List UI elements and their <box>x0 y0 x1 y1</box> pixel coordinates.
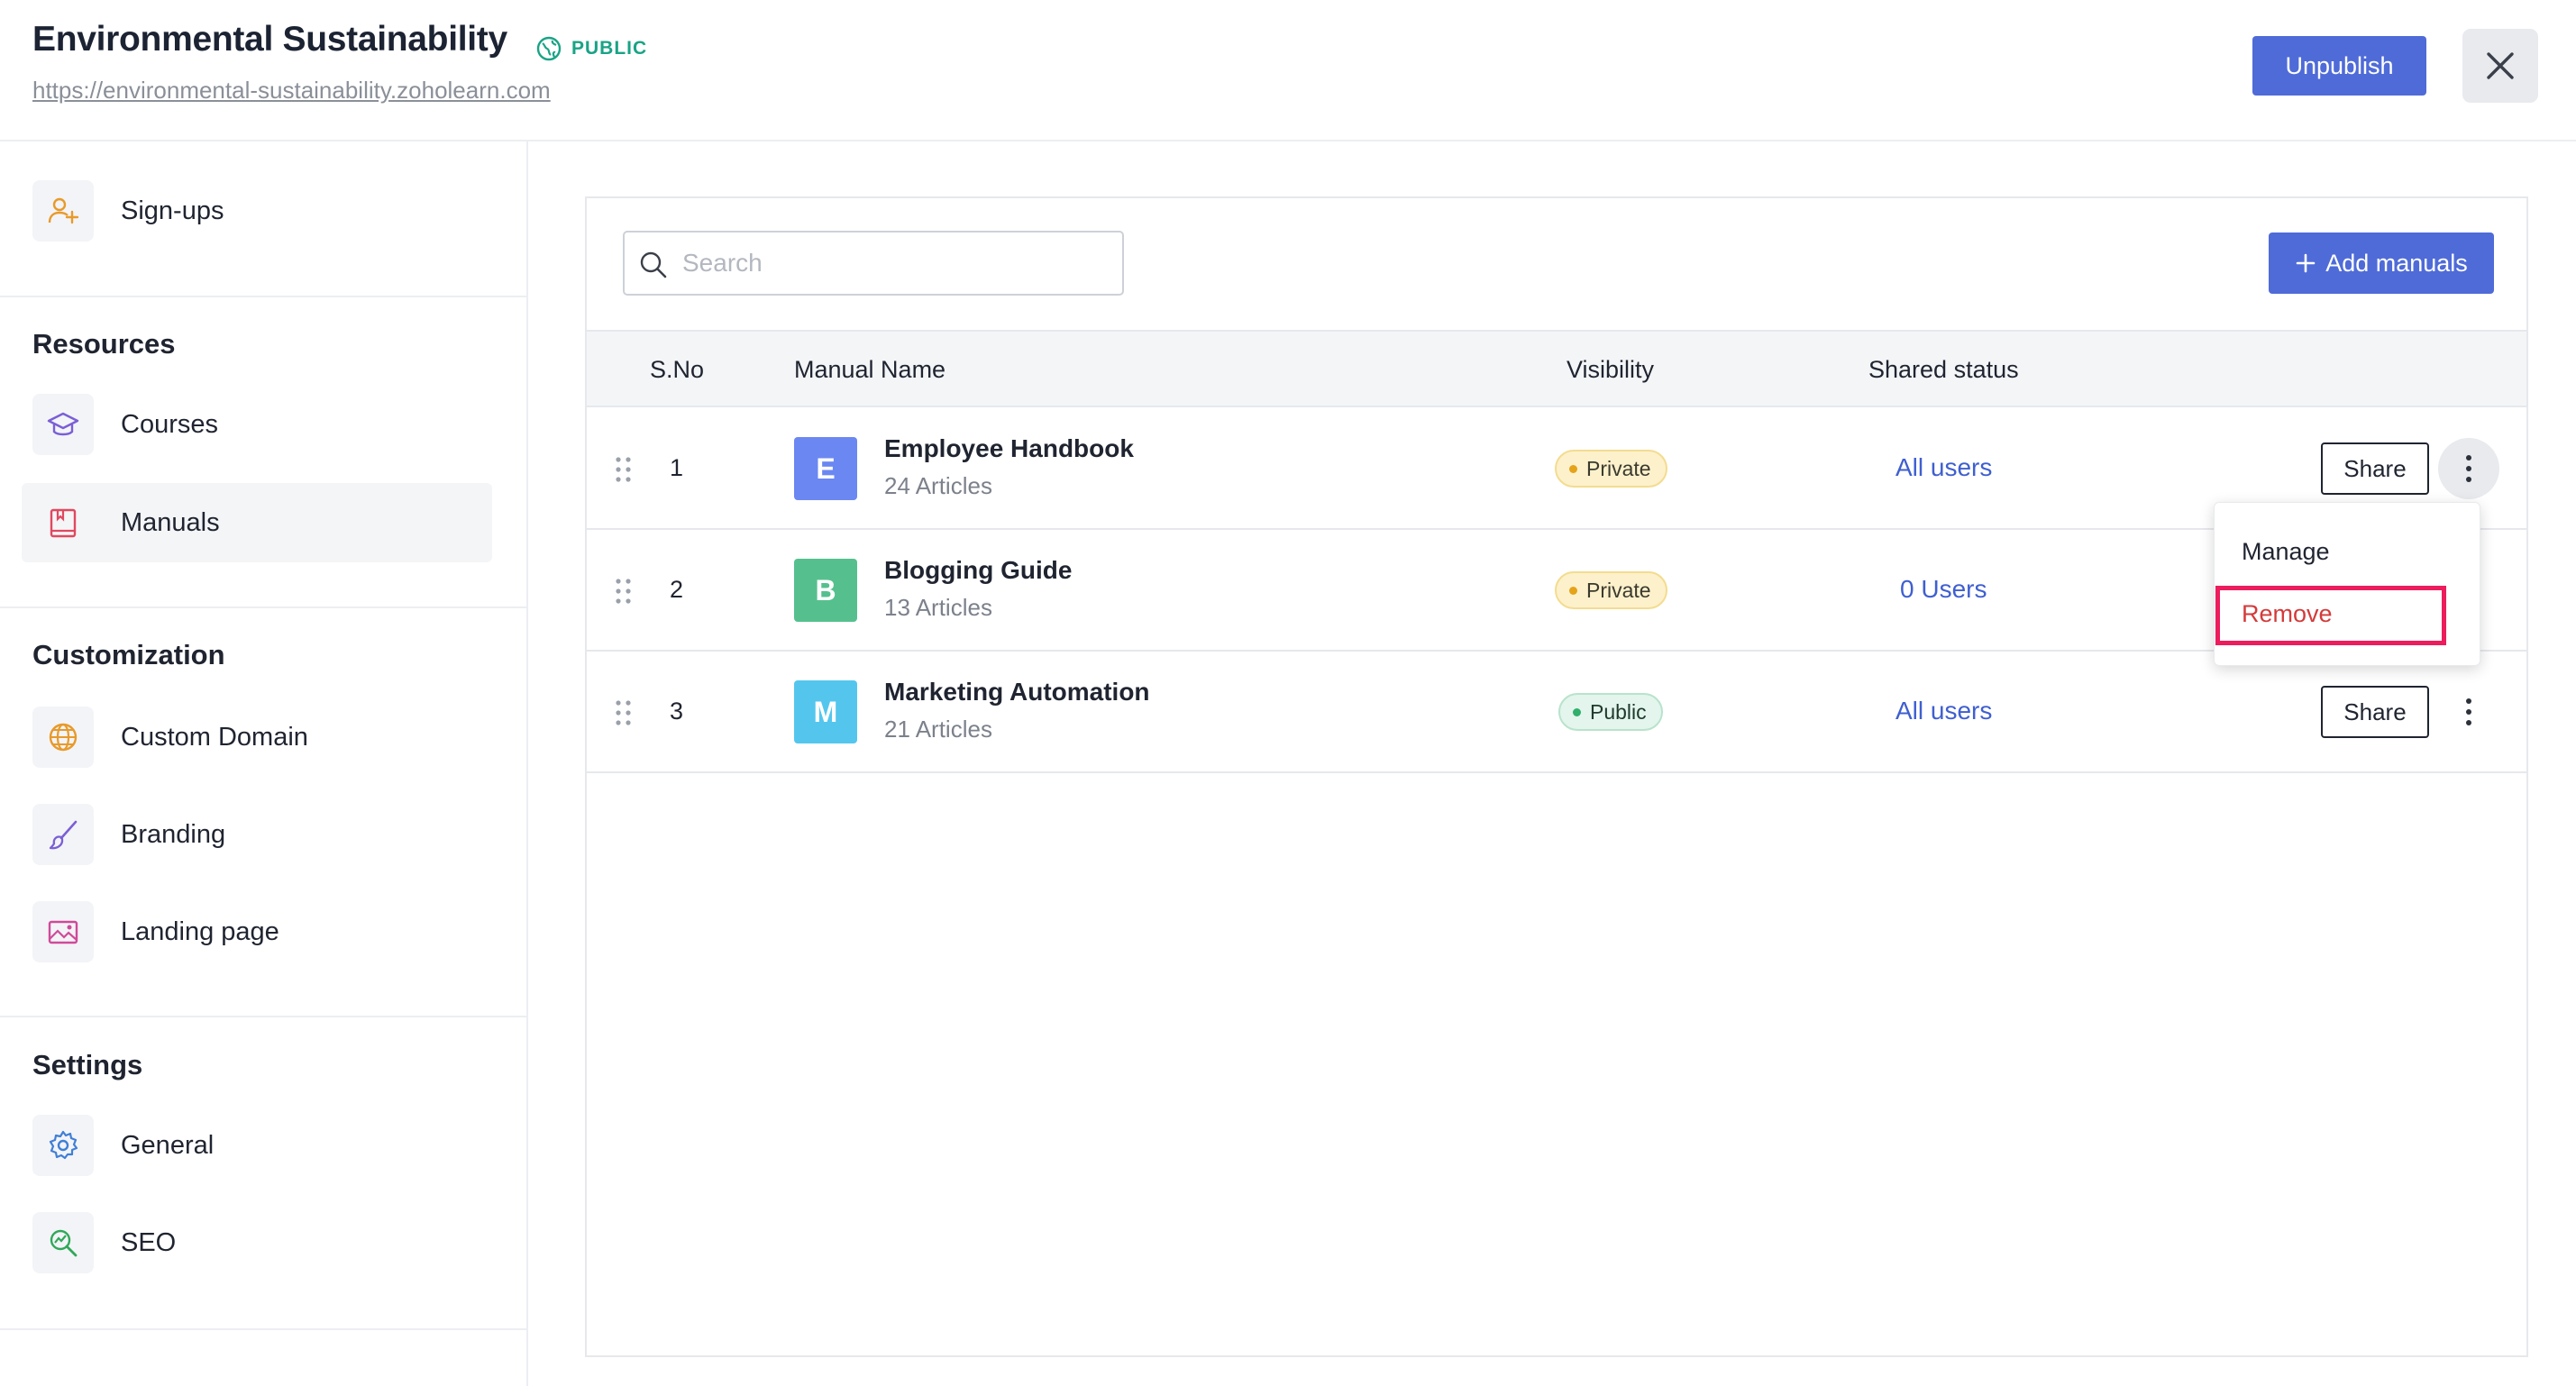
column-header-sno: S.No <box>650 356 705 383</box>
column-header-shared-status: Shared status <box>1868 356 2019 383</box>
image-icon <box>32 901 94 962</box>
sidebar-divider <box>0 296 528 297</box>
visibility-badge: Public <box>1558 693 1663 731</box>
seo-search-icon <box>32 1212 94 1273</box>
menu-item-remove[interactable]: Remove <box>2215 587 2481 641</box>
visibility-label: Private <box>1586 578 1651 602</box>
manual-article-count: 21 Articles <box>884 716 992 743</box>
table-row[interactable]: 3 M Marketing Automation 21 Articles Pub… <box>587 651 2526 773</box>
sidebar-item-manuals[interactable]: Manuals <box>22 483 492 562</box>
search-input[interactable] <box>681 236 1113 290</box>
manual-article-count: 13 Articles <box>884 594 992 621</box>
status-dot <box>1573 707 1581 716</box>
sidebar-item-sign-ups[interactable]: Sign-ups <box>22 171 492 251</box>
sidebar-section-resources: Resources <box>32 328 176 360</box>
more-vertical-icon <box>2466 698 2471 725</box>
shared-status-link[interactable]: All users <box>1895 651 1992 771</box>
paintbrush-icon <box>32 804 94 865</box>
sidebar-item-label: Courses <box>121 409 218 439</box>
user-add-icon <box>32 180 94 242</box>
close-button[interactable] <box>2462 29 2538 103</box>
sidebar-item-label: General <box>121 1130 215 1160</box>
sidebar-item-branding[interactable]: Branding <box>22 795 492 874</box>
shared-status-link[interactable]: All users <box>1895 407 1992 528</box>
row-sno: 2 <box>670 576 684 603</box>
visibility-badge: Private <box>1555 450 1667 488</box>
sidebar: Sign-ups Resources Courses Manuals Custo… <box>0 141 528 1386</box>
column-header-visibility: Visibility <box>1567 356 1655 383</box>
add-manuals-button[interactable]: Add manuals <box>2269 233 2494 294</box>
search-icon <box>640 251 667 278</box>
sidebar-section-settings: Settings <box>32 1049 143 1081</box>
unpublish-button[interactable]: Unpublish <box>2252 36 2426 96</box>
app-header: Environmental Sustainability PUBLIC http… <box>0 0 2576 141</box>
close-icon <box>2487 52 2514 79</box>
visibility-label: Private <box>1586 456 1651 480</box>
status-badge: PUBLIC <box>535 35 647 62</box>
manual-name[interactable]: Employee Handbook <box>884 434 1134 463</box>
manual-article-count: 24 Articles <box>884 472 992 499</box>
row-context-menu: Manage Remove <box>2214 502 2480 666</box>
manual-avatar: E <box>794 437 857 500</box>
sidebar-item-label: SEO <box>121 1227 177 1257</box>
gear-icon <box>32 1115 94 1176</box>
globe-icon <box>536 36 562 61</box>
sidebar-section-customization: Customization <box>32 639 225 670</box>
add-manuals-label: Add manuals <box>2325 249 2468 277</box>
drag-handle-icon[interactable] <box>614 699 634 726</box>
globe-icon <box>32 707 94 768</box>
status-dot <box>1569 464 1577 473</box>
plus-icon <box>2296 253 2316 273</box>
drag-handle-icon[interactable] <box>614 578 634 605</box>
graduation-cap-icon <box>32 394 94 455</box>
share-button[interactable]: Share <box>2321 686 2429 738</box>
visibility-label: Public <box>1590 699 1647 724</box>
visibility-badge: Private <box>1555 571 1667 609</box>
sidebar-divider <box>0 1328 528 1330</box>
sidebar-item-label: Landing page <box>121 916 279 946</box>
drag-handle-icon[interactable] <box>614 456 634 483</box>
more-options-button[interactable] <box>2438 438 2499 499</box>
column-header-manual-name: Manual Name <box>794 356 946 383</box>
status-badge-label: PUBLIC <box>571 38 648 59</box>
sidebar-item-label: Sign-ups <box>121 196 224 225</box>
sidebar-item-courses[interactable]: Courses <box>22 385 492 464</box>
book-icon <box>32 492 94 553</box>
sidebar-item-custom-domain[interactable]: Custom Domain <box>22 698 492 777</box>
sidebar-item-label: Custom Domain <box>121 722 308 752</box>
sidebar-divider <box>0 606 528 608</box>
sidebar-item-general[interactable]: General <box>22 1106 492 1185</box>
sidebar-item-seo[interactable]: SEO <box>22 1203 492 1282</box>
manual-name[interactable]: Marketing Automation <box>884 678 1150 707</box>
status-dot <box>1569 586 1577 595</box>
shared-status-link[interactable]: 0 Users <box>1900 529 1987 650</box>
row-sno: 1 <box>670 454 684 481</box>
more-vertical-icon <box>2466 455 2471 482</box>
manuals-panel: Add manuals S.No Manual Name Visibility … <box>585 196 2528 1357</box>
page-title: Environmental Sustainability <box>32 20 507 59</box>
more-options-button[interactable] <box>2438 681 2499 743</box>
share-button[interactable]: Share <box>2321 442 2429 495</box>
site-url-link[interactable]: https://environmental-sustainability.zoh… <box>32 77 551 105</box>
manual-avatar: B <box>794 559 857 622</box>
table-header: S.No Manual Name Visibility Shared statu… <box>587 330 2526 407</box>
row-sno: 3 <box>670 698 684 725</box>
manual-avatar: M <box>794 680 857 743</box>
sidebar-item-landing-page[interactable]: Landing page <box>22 892 492 971</box>
sidebar-item-label: Branding <box>121 819 226 849</box>
menu-item-manage[interactable]: Manage <box>2215 524 2481 579</box>
sidebar-divider <box>0 1016 528 1017</box>
sidebar-item-label: Manuals <box>121 507 220 537</box>
manual-name[interactable]: Blogging Guide <box>884 556 1072 585</box>
search-field[interactable] <box>623 231 1124 296</box>
